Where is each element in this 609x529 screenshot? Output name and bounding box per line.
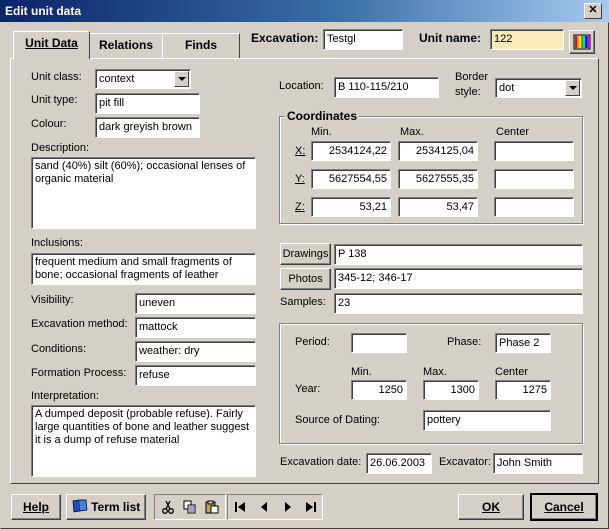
period-label: Period: — [295, 336, 330, 348]
excavation-date-label: Excavation date: — [280, 456, 362, 468]
period-field[interactable] — [351, 333, 407, 353]
close-button[interactable]: ✕ — [584, 3, 602, 19]
source-of-dating-field[interactable]: pottery — [423, 410, 551, 431]
unit-name-label: Unit name: — [419, 31, 482, 45]
photos-field[interactable]: 345-12; 346-17 — [334, 268, 583, 289]
interpretation-field[interactable]: A dumped deposit (probable refuse). Fair… — [31, 405, 256, 477]
unit-class-select[interactable]: context — [95, 69, 191, 89]
coord-x-center[interactable] — [494, 141, 574, 161]
visibility-field[interactable]: uneven — [135, 293, 256, 314]
excavation-method-label: Excavation method: — [31, 318, 128, 330]
coordinates-title: Coordinates — [285, 109, 360, 123]
samples-field[interactable]: 23 — [334, 293, 583, 314]
last-record-icon[interactable] — [305, 501, 317, 516]
coord-x-min[interactable]: 2534124,22 — [311, 141, 391, 161]
coord-min-header: Min. — [311, 126, 332, 138]
coord-y-min[interactable]: 5627554,55 — [311, 169, 391, 189]
year-max-field[interactable]: 1300 — [423, 380, 479, 400]
tab-unit-data[interactable]: Unit Data — [13, 31, 90, 59]
location-field[interactable]: B 110-115/210 — [334, 77, 439, 98]
title-bar — [0, 0, 609, 22]
unit-class-label: Unit class: — [31, 71, 82, 83]
samples-label: Samples: — [280, 296, 326, 308]
coord-z-min[interactable]: 53,21 — [311, 197, 391, 217]
year-label: Year: — [295, 383, 321, 395]
coord-x-max[interactable]: 2534125,04 — [398, 141, 478, 161]
excavation-field[interactable]: Testgl — [323, 29, 403, 50]
photos-button[interactable]: Photos — [280, 268, 331, 290]
ok-button[interactable]: OK — [458, 494, 524, 520]
year-center-header: Center — [495, 366, 529, 378]
formation-process-field[interactable]: refuse — [135, 365, 256, 386]
excavator-field[interactable]: John Smith — [493, 453, 583, 474]
window-title: Edit unit data — [5, 4, 81, 18]
phase-label: Phase: — [447, 336, 482, 348]
term-list-button[interactable]: Term list — [66, 494, 146, 520]
colour-field[interactable]: dark greyish brown — [95, 117, 200, 138]
coord-z-label: Z: — [295, 201, 305, 213]
coord-y-max[interactable]: 5627555,35 — [398, 169, 478, 189]
colour-label: Colour: — [31, 118, 67, 130]
cancel-label: Cancel — [544, 500, 584, 514]
previous-record-icon[interactable] — [258, 501, 270, 516]
chevron-down-icon[interactable] — [174, 71, 189, 87]
tab-finds[interactable]: Finds — [162, 33, 240, 58]
help-button[interactable]: Help — [11, 494, 61, 520]
border-style-value: dot — [499, 82, 515, 94]
term-list-label: Term list — [91, 500, 141, 514]
cancel-button[interactable]: Cancel — [530, 493, 598, 521]
chevron-down-icon[interactable] — [565, 80, 580, 96]
coord-max-header: Max. — [400, 126, 424, 138]
year-max-header: Max. — [423, 366, 447, 378]
conditions-label: Conditions: — [31, 343, 87, 355]
color-palette-button[interactable] — [569, 30, 595, 54]
tab-relations[interactable]: Relations — [88, 33, 164, 58]
year-min-header: Min. — [351, 366, 372, 378]
coord-y-center[interactable] — [494, 169, 574, 189]
border-style-select[interactable]: dot — [495, 78, 582, 98]
inclusions-field[interactable]: frequent medium and small fragments of b… — [31, 253, 256, 285]
drawings-field[interactable]: P 138 — [334, 244, 583, 265]
coord-z-max[interactable]: 53,47 — [398, 197, 478, 217]
book-icon — [72, 499, 88, 513]
conditions-field[interactable]: weather: dry — [135, 341, 256, 362]
interpretation-label: Interpretation: — [31, 390, 99, 402]
description-field[interactable]: sand (40%) silt (60%); occasional lenses… — [31, 157, 256, 229]
formation-process-label: Formation Process: — [31, 367, 127, 379]
unit-type-label: Unit type: — [31, 94, 78, 106]
next-record-icon[interactable] — [282, 501, 294, 516]
coord-x-label: X: — [295, 145, 306, 157]
ok-label: OK — [482, 500, 500, 514]
excavator-label: Excavator: — [439, 456, 491, 468]
coord-center-header: Center — [496, 126, 530, 138]
year-center-field[interactable]: 1275 — [495, 380, 551, 400]
tab-label: Unit Data — [25, 36, 78, 50]
location-label: Location: — [279, 80, 324, 92]
help-label: Help — [22, 500, 49, 514]
paste-icon[interactable] — [205, 500, 219, 517]
source-of-dating-label: Source of Dating: — [295, 414, 380, 426]
border-style-label: Border style: — [455, 71, 489, 98]
color-palette-icon — [573, 34, 591, 50]
coord-y-label: Y: — [295, 173, 305, 185]
inclusions-label: Inclusions: — [31, 237, 83, 249]
record-navigator — [227, 494, 323, 520]
excavation-date-field[interactable]: 26.06.2003 — [366, 453, 432, 474]
phase-field[interactable]: Phase 2 — [495, 333, 551, 353]
visibility-label: Visibility: — [31, 294, 74, 306]
unit-class-value: context — [99, 73, 135, 85]
year-min-field[interactable]: 1250 — [351, 380, 407, 400]
cut-icon[interactable] — [161, 500, 175, 517]
first-record-icon[interactable] — [234, 501, 246, 516]
copy-icon[interactable] — [183, 500, 197, 517]
drawings-button[interactable]: Drawings — [280, 243, 331, 265]
coord-z-center[interactable] — [494, 197, 574, 217]
unit-name-field[interactable]: 122 — [490, 29, 564, 50]
clipboard-toolbar — [154, 494, 226, 520]
excavation-method-field[interactable]: mattock — [135, 317, 256, 338]
description-label: Description: — [31, 142, 90, 154]
excavation-label: Excavation: — [251, 31, 319, 45]
unit-type-field[interactable]: pit fill — [95, 93, 200, 114]
